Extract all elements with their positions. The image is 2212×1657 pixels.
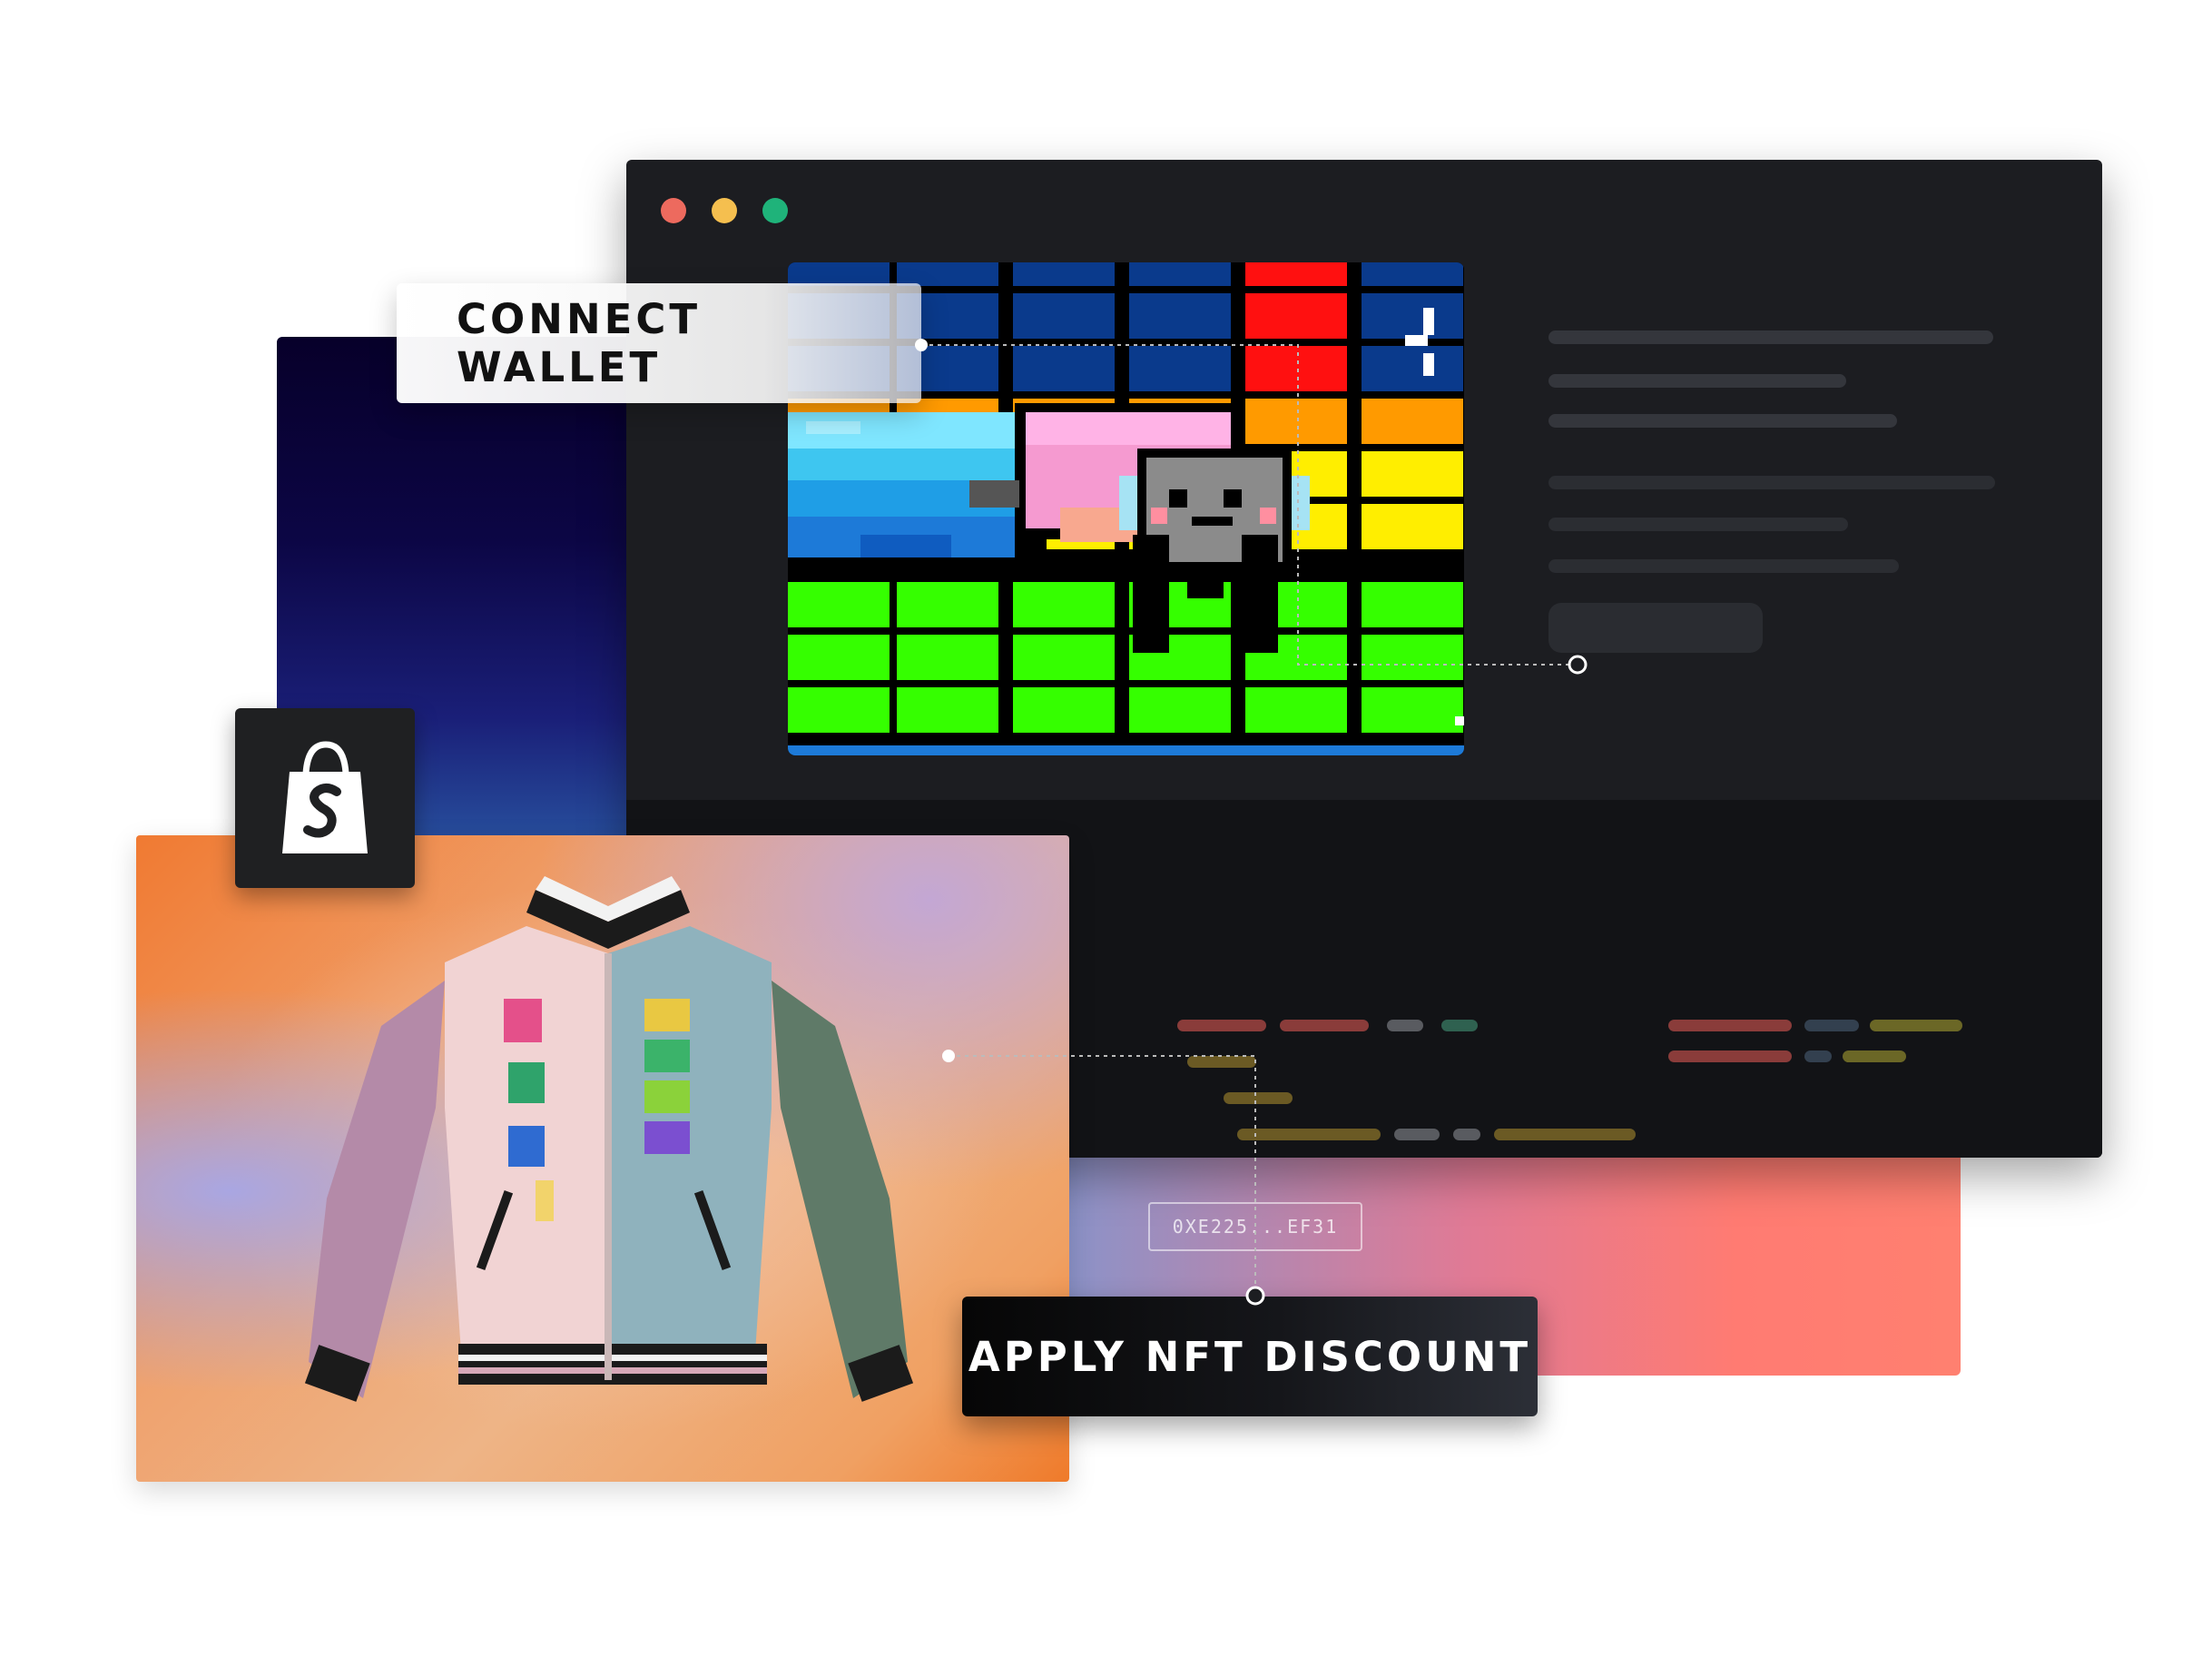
pixel-cell <box>1013 687 1115 733</box>
pixel-cell <box>897 635 998 680</box>
code-token <box>1804 1020 1859 1031</box>
skeleton-title-line <box>1548 330 1993 344</box>
apply-nft-discount-button[interactable]: APPLY NFT DISCOUNT <box>962 1297 1538 1416</box>
code-token <box>1387 1020 1423 1031</box>
code-token <box>1668 1050 1792 1062</box>
code-token <box>1394 1129 1440 1140</box>
pixel-cell <box>1129 293 1231 339</box>
pixel-cell <box>1245 399 1347 444</box>
pixel-cell <box>1362 504 1463 549</box>
code-token <box>1453 1129 1480 1140</box>
pixel-cell <box>1013 346 1115 391</box>
pixel-cell <box>1362 635 1463 680</box>
code-token <box>1224 1092 1293 1104</box>
pixel-cell <box>1362 687 1463 733</box>
pixel-cell <box>1362 399 1463 444</box>
skeleton-description-line <box>1548 518 1848 531</box>
window-maximize-button[interactable] <box>762 198 788 223</box>
window-close-button[interactable] <box>661 198 686 223</box>
pixel-cell <box>788 687 890 733</box>
code-token <box>1668 1020 1792 1031</box>
pixel-cell <box>1362 346 1463 391</box>
pixel-cell <box>1013 582 1115 627</box>
pixel-cell <box>788 582 890 627</box>
window-minimize-button[interactable] <box>712 198 737 223</box>
skeleton-subtitle-line <box>1548 374 1846 388</box>
code-token <box>1441 1020 1478 1031</box>
pixel-cell <box>897 687 998 733</box>
pixel-cell <box>1362 451 1463 497</box>
pixel-cell <box>1245 687 1347 733</box>
pixel-cell <box>1245 293 1347 339</box>
pixel-cell <box>1362 582 1463 627</box>
pixel-cell <box>1245 262 1347 286</box>
code-token <box>1280 1020 1369 1031</box>
code-token <box>1237 1129 1381 1140</box>
pixel-cell <box>1245 346 1347 391</box>
code-token <box>1870 1020 1962 1031</box>
pixel-cell <box>1362 262 1463 286</box>
code-token <box>1843 1050 1906 1062</box>
pixel-cell <box>1129 346 1231 391</box>
pixel-cell <box>1013 635 1115 680</box>
skeleton-price-line <box>1548 414 1897 428</box>
connect-wallet-label: CONNECT WALLET <box>457 295 702 391</box>
code-token <box>1187 1056 1256 1068</box>
product-card[interactable] <box>136 835 1069 1482</box>
code-token <box>1177 1020 1266 1031</box>
wallet-address-text: 0XE225...EF31 <box>1172 1216 1339 1238</box>
connect-wallet-button[interactable]: CONNECT WALLET <box>397 283 921 403</box>
code-token <box>1494 1129 1636 1140</box>
pixel-cell <box>788 745 1464 755</box>
code-token <box>1804 1050 1832 1062</box>
skeleton-description-line <box>1548 559 1899 573</box>
varsity-jacket-image <box>304 876 914 1402</box>
wallet-address-field: 0XE225...EF31 <box>1148 1202 1362 1251</box>
pixel-cell <box>788 635 890 680</box>
pixel-cell <box>1013 262 1115 286</box>
shopify-bag-icon <box>282 741 368 853</box>
skeleton-description-line <box>1548 476 1995 489</box>
shopify-app-tile[interactable] <box>235 708 415 888</box>
pixel-cell <box>1013 293 1115 339</box>
pixel-cell <box>1362 293 1463 339</box>
skeleton-buy-button[interactable] <box>1548 603 1763 653</box>
pixel-cell <box>1129 687 1231 733</box>
pixel-cell <box>897 582 998 627</box>
pixel-cell <box>1129 262 1231 286</box>
apply-nft-discount-label: APPLY NFT DISCOUNT <box>968 1332 1532 1381</box>
